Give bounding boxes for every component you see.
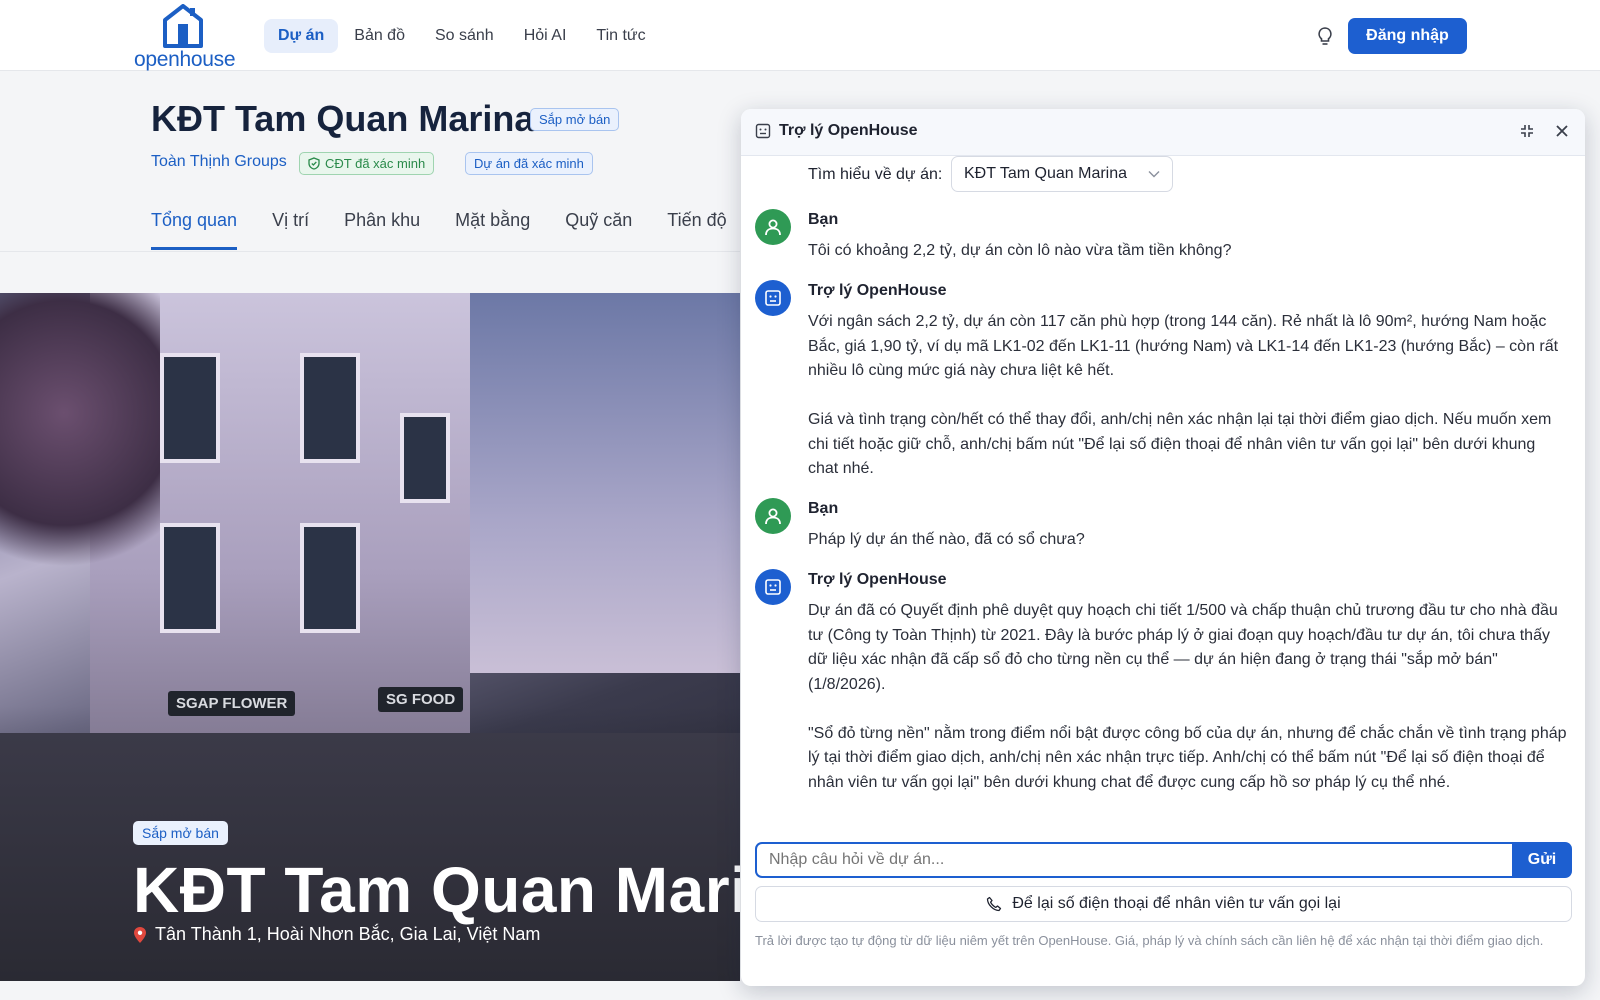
tab-tong-quan[interactable]: Tổng quan xyxy=(151,210,238,250)
robot-icon xyxy=(765,579,781,595)
hero-window xyxy=(160,523,220,633)
tab-phan-khu[interactable]: Phân khu xyxy=(344,210,420,250)
phone-icon xyxy=(987,896,1002,912)
close-icon[interactable] xyxy=(1554,123,1570,144)
developer-link[interactable]: Toàn Thịnh Groups xyxy=(151,153,287,171)
hero-tree xyxy=(0,293,160,593)
hero-window xyxy=(160,353,220,463)
project-select[interactable]: KĐT Tam Quan Marina xyxy=(951,156,1173,192)
chat-panel: Trợ lý OpenHouse Tìm hiểu về dự án: KĐT … xyxy=(741,109,1585,986)
hero-address: Tân Thành 1, Hoài Nhơn Bắc, Gia Lai, Việ… xyxy=(133,924,540,945)
tab-quy-can[interactable]: Quỹ căn xyxy=(565,210,632,250)
hero-window xyxy=(300,523,360,633)
map-pin-icon xyxy=(134,926,146,943)
cdt-verified-label: CĐT đã xác minh xyxy=(325,156,426,171)
login-button[interactable]: Đăng nhập xyxy=(1348,18,1467,54)
message-text: Dự án đã có Quyết định phê duyệt quy hoạ… xyxy=(808,599,1568,795)
tab-mat-bang[interactable]: Mặt bằng xyxy=(455,210,530,250)
nav-du-an[interactable]: Dự án xyxy=(264,19,339,53)
message-paragraph: Tôi có khoảng 2,2 tỷ, dự án còn lô nào v… xyxy=(808,242,1232,259)
nav-hoi-ai[interactable]: Hỏi AI xyxy=(510,19,581,53)
hero-sign-right: SG FOOD xyxy=(378,687,464,712)
message-author: Bạn xyxy=(808,211,839,228)
project-select-label: Tìm hiểu về dự án: xyxy=(808,166,943,183)
user-avatar xyxy=(755,209,791,245)
nav-so-sanh[interactable]: So sánh xyxy=(421,19,508,53)
message-paragraph: "Sổ đỏ từng nền" nằm trong điểm nổi bật … xyxy=(808,724,1567,791)
chat-message-bot: Trợ lý OpenHouse Dự án đã có Quyết định … xyxy=(755,569,1575,829)
send-button[interactable]: Gửi xyxy=(1512,842,1572,878)
bot-avatar xyxy=(755,280,791,316)
message-text: Pháp lý dự án thế nào, đã có sổ chưa? xyxy=(808,528,1568,553)
bot-avatar xyxy=(755,569,791,605)
message-author: Trợ lý OpenHouse xyxy=(808,282,947,299)
tab-tien-do[interactable]: Tiến độ xyxy=(667,210,726,250)
nav-tin-tuc[interactable]: Tin tức xyxy=(582,19,659,53)
message-paragraph: Giá và tình trạng còn/hết có thể thay đổ… xyxy=(808,411,1552,477)
collapse-icon[interactable] xyxy=(1519,123,1535,144)
tabs-divider xyxy=(0,251,740,252)
hero-address-text: Tân Thành 1, Hoài Nhơn Bắc, Gia Lai, Việ… xyxy=(155,924,541,944)
cdt-verified-badge: CĐT đã xác minh xyxy=(299,152,435,175)
chat-header: Trợ lý OpenHouse xyxy=(741,109,1585,156)
openhouse-logo[interactable]: openhouse xyxy=(134,4,238,71)
message-paragraph: Dự án đã có Quyết định phê duyệt quy hoạ… xyxy=(808,602,1558,693)
project-tabs: Tổng quan Vị trí Phân khu Mặt bằng Quỹ c… xyxy=(151,210,727,250)
message-text: Tôi có khoảng 2,2 tỷ, dự án còn lô nào v… xyxy=(808,239,1568,264)
hero-window xyxy=(300,353,360,463)
message-author: Trợ lý OpenHouse xyxy=(808,571,947,588)
message-text: Với ngân sách 2,2 tỷ, dự án còn 117 căn … xyxy=(808,310,1568,482)
chat-disclaimer: Trả lời được tạo tự động từ dữ liệu niêm… xyxy=(755,933,1544,948)
hero-status-badge: Sắp mở bán xyxy=(133,821,228,845)
message-paragraph: Pháp lý dự án thế nào, đã có sổ chưa? xyxy=(808,531,1085,548)
robot-icon xyxy=(765,290,781,306)
user-icon xyxy=(765,219,781,236)
chat-input[interactable] xyxy=(755,842,1512,878)
user-icon xyxy=(765,508,781,525)
callback-label: Để lại số điện thoại để nhân viên tư vấn… xyxy=(1012,895,1341,912)
chat-message-user: Bạn Tôi có khoảng 2,2 tỷ, dự án còn lô n… xyxy=(755,209,1575,269)
status-badge: Sắp mở bán xyxy=(530,108,620,131)
project-verified-badge: Dự án đã xác minh xyxy=(465,152,593,175)
top-navbar: openhouse Dự án Bản đồ So sánh Hỏi AI Ti… xyxy=(0,0,1600,71)
chevron-down-icon xyxy=(1148,171,1160,178)
hero-sky xyxy=(470,293,740,673)
chat-message-user: Bạn Pháp lý dự án thế nào, đã có sổ chưa… xyxy=(755,498,1575,558)
chat-message-bot: Trợ lý OpenHouse Với ngân sách 2,2 tỷ, d… xyxy=(755,280,1575,490)
robot-icon xyxy=(755,123,771,144)
lightbulb-icon[interactable] xyxy=(1316,26,1334,51)
hero-window xyxy=(400,413,450,503)
message-author: Bạn xyxy=(808,500,839,517)
project-select-value: KĐT Tam Quan Marina xyxy=(964,165,1128,182)
hero-title: KĐT Tam Quan Marina xyxy=(133,854,740,926)
project-title: KĐT Tam Quan Marina xyxy=(151,98,535,139)
tab-vi-tri[interactable]: Vị trí xyxy=(272,210,309,250)
chat-title: Trợ lý OpenHouse xyxy=(779,122,918,139)
main-nav: Dự án Bản đồ So sánh Hỏi AI Tin tức xyxy=(264,19,660,53)
callback-request-button[interactable]: Để lại số điện thoại để nhân viên tư vấn… xyxy=(755,886,1572,922)
message-paragraph: Với ngân sách 2,2 tỷ, dự án còn 117 căn … xyxy=(808,313,1559,379)
user-avatar xyxy=(755,498,791,534)
hero-sign-left: SGAP FLOWER xyxy=(168,691,296,716)
chat-messages[interactable]: Tìm hiểu về dự án: KĐT Tam Quan Marina B… xyxy=(741,156,1585,926)
shield-check-icon xyxy=(308,157,320,170)
nav-ban-do[interactable]: Bản đồ xyxy=(340,19,419,53)
logo-text: openhouse xyxy=(134,48,236,71)
house-logo-icon xyxy=(163,4,203,48)
